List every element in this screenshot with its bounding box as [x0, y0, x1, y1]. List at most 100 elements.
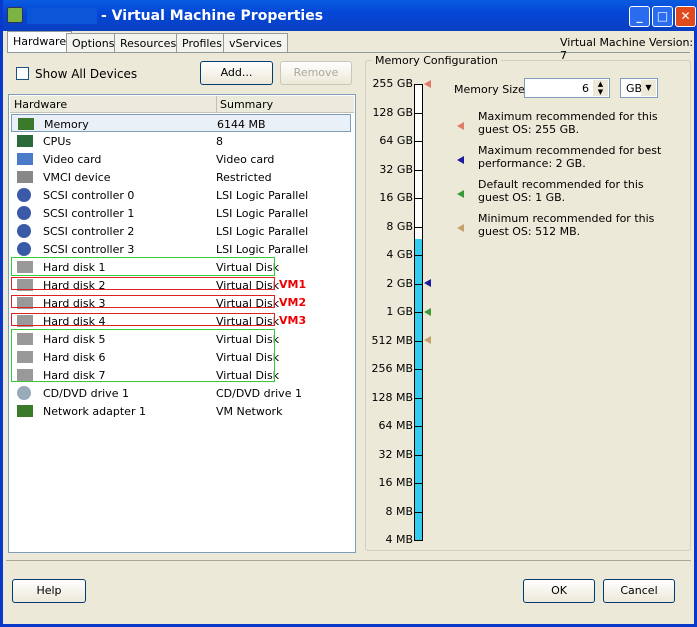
note-line-2: guest OS: 512 MB. — [478, 225, 581, 238]
network-icon — [17, 405, 33, 417]
show-all-checkbox[interactable] — [16, 67, 29, 80]
memory-size-input[interactable]: 6 ▲ ▼ — [524, 78, 610, 98]
remove-button[interactable]: Remove — [280, 61, 352, 85]
unit-value: GB — [626, 82, 643, 95]
row-name: SCSI controller 1 — [43, 207, 135, 220]
scale-tick-mark — [414, 312, 422, 313]
row-summary: LSI Logic Parallel — [216, 207, 309, 220]
scale-tick-label: 128 MB — [371, 390, 413, 404]
scale-tick-mark — [414, 397, 422, 399]
tab-resources[interactable]: Resources — [114, 33, 183, 52]
table-row[interactable]: Video card Video card — [11, 150, 351, 168]
add-button[interactable]: Add... — [200, 61, 273, 85]
row-name: SCSI controller 3 — [43, 243, 135, 256]
scsi-icon — [17, 242, 31, 256]
cd-icon — [17, 386, 31, 400]
list-header: Hardware Summary — [10, 96, 354, 113]
scale-tick-mark — [414, 84, 422, 85]
scale-tick-label: 512 MB — [371, 333, 413, 347]
scale-tick-mark — [414, 169, 422, 171]
legend-marker-icon — [457, 122, 464, 130]
recommendation-marker-icon — [424, 80, 431, 88]
scale-tick-label: 4 GB — [386, 248, 413, 261]
row-summary: LSI Logic Parallel — [216, 225, 309, 238]
scale-tick-label: 128 GB — [372, 105, 413, 119]
recommendation-marker-icon — [424, 279, 431, 288]
tab-hardware[interactable]: Hardware — [7, 31, 73, 53]
scale-tick-label: 32 GB — [379, 162, 413, 176]
scsi-icon — [17, 224, 31, 238]
dialog-window: - Virtual Machine Properties _ □ ✕ Hardw… — [0, 0, 697, 627]
redacted-name — [27, 8, 97, 24]
window-title: - Virtual Machine Properties — [101, 8, 324, 24]
table-row[interactable]: SCSI controller 2 LSI Logic Parallel — [11, 222, 351, 240]
cancel-button[interactable]: Cancel — [603, 579, 675, 603]
vm-version: Virtual Machine Version: 7 — [560, 36, 694, 62]
scale-tick-mark — [414, 511, 422, 513]
scale-tick-label: 8 MB — [385, 504, 413, 518]
col-hardware[interactable]: Hardware — [14, 98, 67, 111]
scale-tick-label: 256 MB — [371, 362, 413, 375]
vm3-label: VM3 — [279, 314, 307, 327]
scale-tick-label: 2 GB — [386, 276, 413, 290]
title-bar: - Virtual Machine Properties _ □ ✕ — [3, 0, 697, 31]
note-line-2: guest OS: 255 GB. — [478, 123, 580, 136]
scale-tick-label: 8 GB — [386, 219, 413, 233]
show-all-label: Show All Devices — [35, 67, 138, 81]
row-name: Memory — [44, 118, 89, 131]
col-summary[interactable]: Summary — [216, 96, 273, 112]
scale-tick-label: 32 MB — [378, 447, 413, 461]
tab-profiles[interactable]: Profiles — [176, 33, 228, 52]
recommendation-note: Maximum recommended for best performance:… — [478, 144, 661, 170]
row-summary: 6144 MB — [217, 118, 266, 131]
table-row[interactable]: Network adapter 1 VM Network — [11, 402, 351, 420]
scale-tick-label: 1 GB — [386, 305, 413, 318]
legend-marker-icon — [457, 156, 464, 164]
monitor-icon — [17, 153, 33, 165]
help-button[interactable]: Help — [12, 579, 86, 603]
cpu-icon — [17, 135, 33, 147]
recommendation-note: Minimum recommended for this guest OS: 51… — [478, 212, 654, 238]
row-name: SCSI controller 0 — [43, 189, 135, 202]
memory-size-label: Memory Size: — [454, 83, 529, 96]
vm1-label: VM1 — [279, 278, 307, 291]
row-name: CD/DVD drive 1 — [43, 387, 129, 400]
memory-icon — [18, 118, 34, 130]
row-name: SCSI controller 2 — [43, 225, 135, 238]
note-line-1: Default recommended for this — [478, 178, 644, 191]
scale-tick-mark — [414, 198, 422, 199]
red-highlight-box-vm3 — [11, 313, 275, 326]
row-summary: LSI Logic Parallel — [216, 243, 309, 256]
close-button[interactable]: ✕ — [675, 6, 696, 27]
table-row[interactable]: CD/DVD drive 1 CD/DVD drive 1 — [11, 384, 351, 402]
group-legend: Memory Configuration — [372, 54, 501, 67]
table-row[interactable]: SCSI controller 1 LSI Logic Parallel — [11, 204, 351, 222]
tab-vservices[interactable]: vServices — [223, 33, 288, 52]
table-row[interactable]: CPUs 8 — [11, 132, 351, 150]
scale-tick-mark — [414, 483, 422, 484]
minimize-button[interactable]: _ — [629, 6, 650, 27]
note-line-1: Minimum recommended for this — [478, 212, 655, 225]
row-summary: VM Network — [216, 405, 283, 418]
app-icon — [7, 7, 23, 23]
maximize-button[interactable]: □ — [652, 6, 673, 27]
table-row[interactable]: SCSI controller 3 LSI Logic Parallel — [11, 240, 351, 258]
legend-marker-icon — [457, 224, 464, 232]
scale-tick-label: 4 MB — [385, 533, 413, 546]
scale-tick-mark — [414, 112, 422, 114]
scale-tick-label: 16 MB — [378, 476, 413, 489]
ok-button[interactable]: OK — [523, 579, 595, 603]
scale-tick-mark — [414, 340, 422, 342]
row-name: CPUs — [43, 135, 72, 148]
table-row[interactable]: SCSI controller 0 LSI Logic Parallel — [11, 186, 351, 204]
table-row[interactable]: VMCI device Restricted — [11, 168, 351, 186]
note-line-2: guest OS: 1 GB. — [478, 191, 566, 204]
tab-options[interactable]: Options — [66, 33, 121, 52]
table-row[interactable]: Memory 6144 MB — [11, 114, 351, 132]
footer-divider — [6, 560, 691, 561]
device-icon — [17, 171, 33, 183]
legend-marker-icon — [457, 190, 464, 198]
row-summary: CD/DVD drive 1 — [216, 387, 302, 400]
spinner-icon[interactable]: ▲ ▼ — [593, 80, 608, 96]
unit-select[interactable]: GB ▼ — [620, 78, 658, 98]
